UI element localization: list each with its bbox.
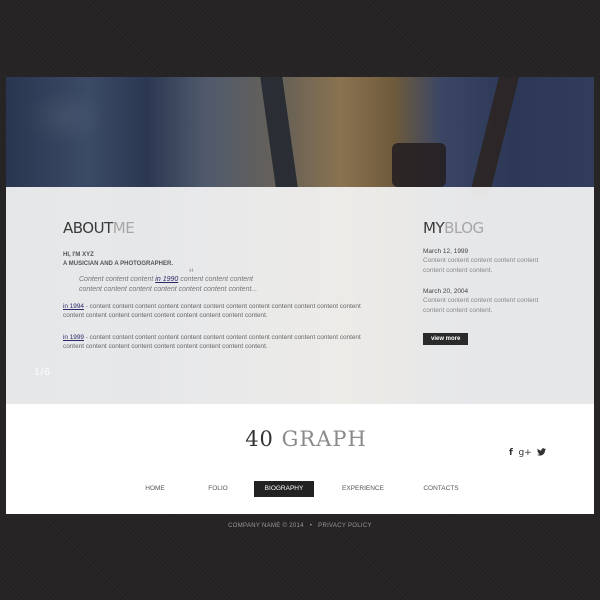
quote-text-before: Content content content [79, 276, 154, 283]
about-title: ABOUTME [63, 219, 393, 237]
privacy-policy-link[interactable]: PRIVACY POLICY [318, 523, 372, 529]
nav-item-home[interactable]: HOME [131, 481, 179, 497]
page-frame: 1/6 ABOUTME HI, I'M XYZ A MUSICIAN AND A… [6, 77, 594, 514]
about-quote: “ Content content content in 1990 conten… [79, 266, 269, 294]
blog-post-date[interactable]: March 12, 1999 [423, 247, 543, 256]
history-year-link[interactable]: in 1994 [63, 303, 84, 310]
logo-number: 40 [245, 427, 274, 451]
nav-item-folio[interactable]: FOLIO [194, 481, 242, 497]
history-item: in 1994 - content content content conten… [63, 302, 383, 320]
history-text: - content content content content conten… [63, 334, 361, 350]
twitter-icon[interactable] [537, 448, 547, 458]
nav-item-biography[interactable]: BIOGRAPHY [254, 481, 314, 497]
blog-title-light: BLOG [444, 219, 484, 237]
main-nav: HOME FOLIO BIOGRAPHY EXPERIENCE CONTACTS [6, 481, 594, 499]
photo-camera [392, 143, 446, 187]
history-item: in 1999 - content content content conten… [63, 333, 383, 351]
social-links: f g+ [509, 447, 549, 458]
logo-word: GRAPH [281, 427, 367, 451]
nav-item-experience[interactable]: EXPERIENCE [332, 481, 394, 497]
blog-post-text: Content content content content content … [423, 297, 539, 314]
quote-icon: “ [189, 265, 194, 281]
footer-copyright: COMPANY NAME © 2014 [228, 523, 304, 529]
about-section: ABOUTME HI, I'M XYZ A MUSICIAN AND A PHO… [63, 219, 393, 351]
facebook-icon[interactable]: f [509, 448, 513, 458]
blog-post-date[interactable]: March 20, 2004 [423, 287, 543, 296]
view-more-button[interactable]: view more [423, 333, 469, 345]
blog-title-strong: MY [423, 219, 445, 237]
slide-counter: 1/6 [34, 367, 51, 378]
photo-strap [469, 77, 519, 197]
history-text: - content content content content conten… [63, 303, 361, 319]
about-intro-line1: HI, I'M XYZ [63, 252, 94, 258]
nav-item-contacts[interactable]: CONTACTS [411, 481, 471, 497]
site-footer: COMPANY NAME © 2014 • PRIVACY POLICY [0, 523, 600, 529]
history-year-link[interactable]: in 1999 [63, 334, 84, 341]
blog-section: MYBLOG March 12, 1999 Content content co… [423, 219, 543, 345]
photo-strap [260, 77, 298, 187]
site-logo[interactable]: 40 GRAPH [241, 427, 371, 451]
about-title-light: ME [112, 219, 135, 237]
about-intro-line2: A MUSICIAN AND A PHOTOGRAPHER. [63, 261, 174, 267]
blog-title: MYBLOG [423, 219, 543, 237]
blog-post-text: Content content content content content … [423, 257, 539, 274]
about-title-strong: ABOUT [63, 219, 113, 237]
google-plus-icon[interactable]: g+ [518, 448, 531, 458]
quote-link[interactable]: in 1990 [155, 276, 178, 283]
footer-separator: • [309, 523, 313, 529]
